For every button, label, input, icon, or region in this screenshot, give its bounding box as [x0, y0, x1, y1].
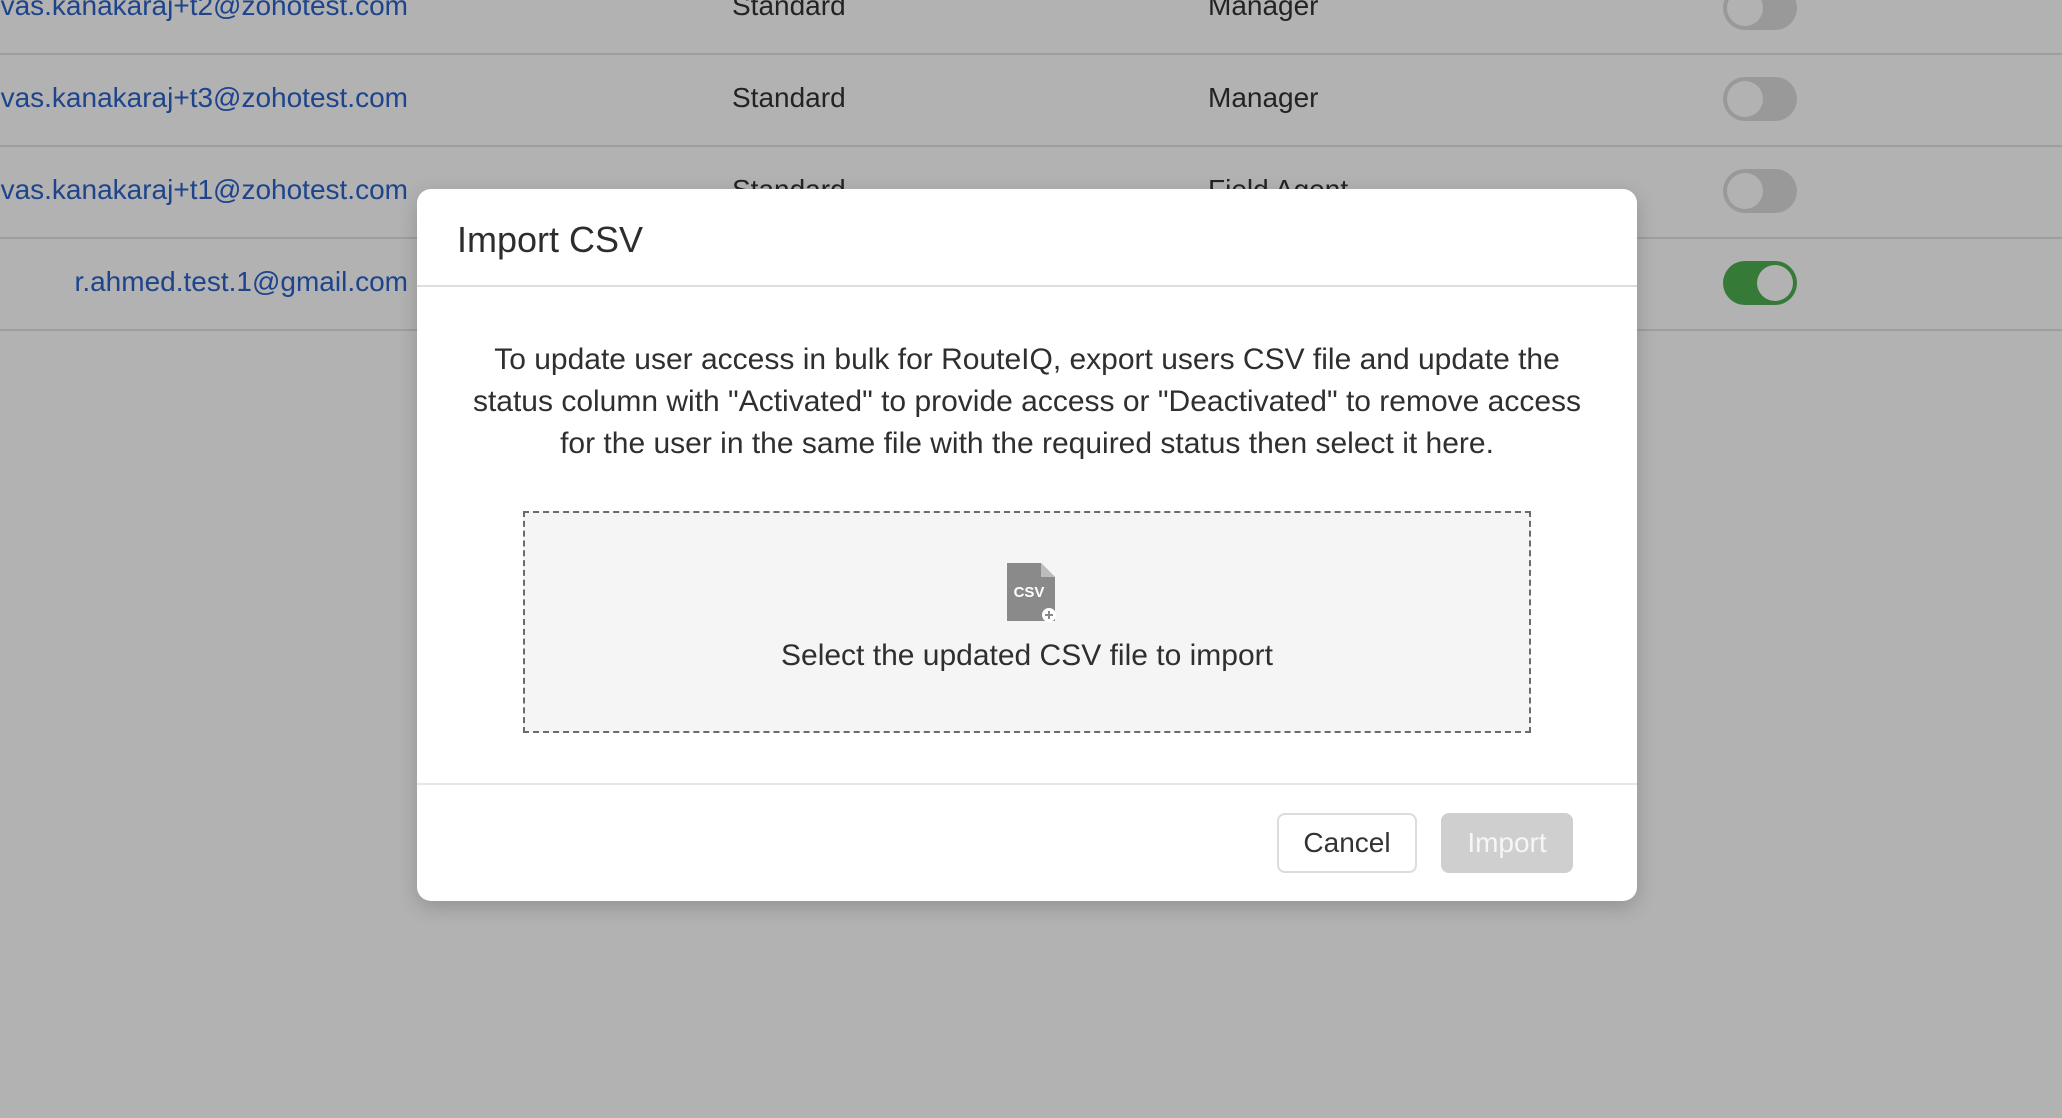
import-csv-dialog: Import CSV To update user access in bulk…	[417, 189, 1637, 901]
csv-icon-text: CSV	[1014, 584, 1045, 601]
cancel-button[interactable]: Cancel	[1277, 813, 1417, 873]
csv-file-add-icon: CSV	[1007, 563, 1056, 622]
dialog-footer: Cancel Import	[417, 783, 1637, 901]
dropzone-label: Select the updated CSV file to import	[781, 639, 1273, 672]
dialog-header: Import CSV	[417, 189, 1637, 287]
csv-dropzone[interactable]: CSV Select the updated CSV file to impor…	[523, 511, 1531, 733]
import-button[interactable]: Import	[1441, 813, 1573, 873]
dialog-title: Import CSV	[457, 219, 644, 260]
dialog-description: To update user access in bulk for RouteI…	[472, 343, 1582, 460]
